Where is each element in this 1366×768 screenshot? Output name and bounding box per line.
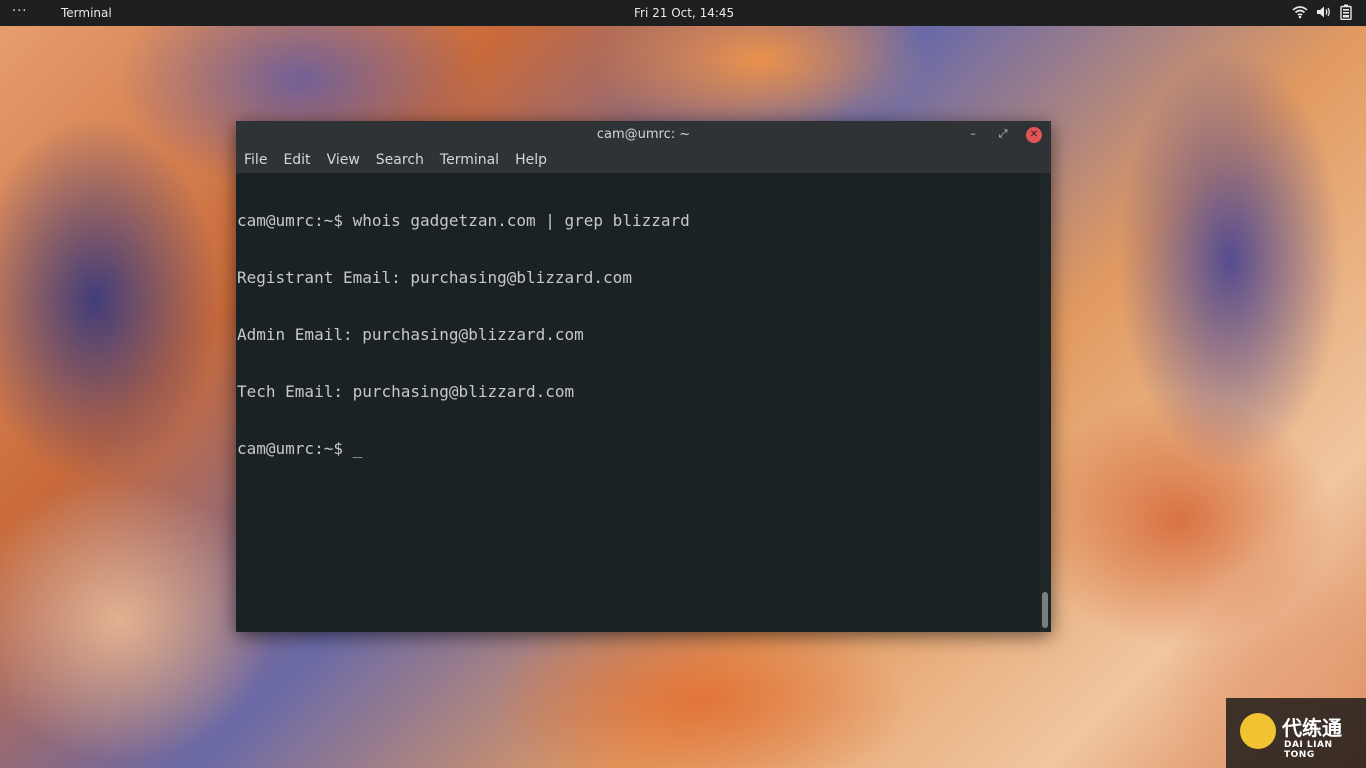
volume-icon xyxy=(1316,5,1332,19)
app-menu-terminal[interactable]: Terminal xyxy=(61,6,112,20)
watermark-title: 代练通 xyxy=(1282,716,1342,740)
menu-view[interactable]: View xyxy=(319,149,368,173)
scrollbar-thumb[interactable] xyxy=(1042,592,1048,628)
menu-search[interactable]: Search xyxy=(368,149,432,173)
battery-icon xyxy=(1340,4,1352,20)
minimize-button[interactable]: – xyxy=(965,127,981,143)
system-tray[interactable] xyxy=(1292,4,1352,20)
terminal-window[interactable]: cam@umrc: ~ – ⤢ ✕ File Edit View Search … xyxy=(236,121,1051,632)
close-button[interactable]: ✕ xyxy=(1026,127,1042,143)
clock[interactable]: Fri 21 Oct, 14:45 xyxy=(634,6,734,20)
scrollbar[interactable] xyxy=(1039,173,1051,632)
top-bar: ··· Terminal Fri 21 Oct, 14:45 xyxy=(0,0,1366,26)
terminal-line: Tech Email: purchasing@blizzard.com xyxy=(237,382,575,401)
menu-edit[interactable]: Edit xyxy=(275,149,318,173)
terminal-prompt-line: cam@umrc:~$ _ xyxy=(237,439,363,458)
wifi-icon xyxy=(1292,5,1308,19)
logo-icon xyxy=(1240,713,1276,749)
window-title: cam@umrc: ~ xyxy=(596,127,691,142)
window-titlebar[interactable]: cam@umrc: ~ – ⤢ ✕ xyxy=(236,121,1051,149)
activities-button[interactable]: ··· xyxy=(12,4,27,19)
terminal-line: Registrant Email: purchasing@blizzard.co… xyxy=(237,268,632,287)
desktop-wallpaper: ··· Terminal Fri 21 Oct, 14:45 cam@umrc:… xyxy=(0,0,1366,768)
terminal-line: cam@umrc:~$ whois gadgetzan.com | grep b… xyxy=(237,211,690,230)
watermark-logo: 代练通 DAI LIAN TONG xyxy=(1226,698,1366,768)
menu-help[interactable]: Help xyxy=(507,149,555,173)
maximize-button[interactable]: ⤢ xyxy=(995,127,1011,143)
terminal-line: Admin Email: purchasing@blizzard.com xyxy=(237,325,584,344)
menu-file[interactable]: File xyxy=(236,149,275,173)
menu-bar: File Edit View Search Terminal Help xyxy=(236,149,1051,173)
menu-terminal[interactable]: Terminal xyxy=(432,149,507,173)
terminal-output[interactable]: cam@umrc:~$ whois gadgetzan.com | grep b… xyxy=(236,173,1040,632)
watermark-subtitle: DAI LIAN TONG xyxy=(1284,740,1333,760)
